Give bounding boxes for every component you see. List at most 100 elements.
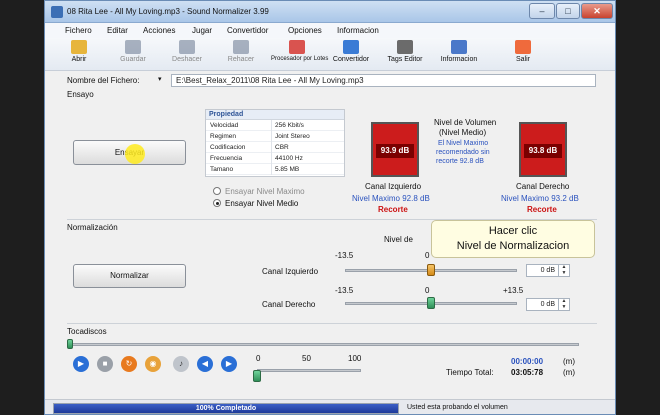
loop-icon[interactable]: ↻: [121, 356, 137, 372]
right-normalization-slider-thumb[interactable]: [427, 297, 435, 309]
menu-opciones[interactable]: Opciones: [288, 26, 322, 35]
app-window: 08 Rita Lee - All My Loving.mp3 - Sound …: [44, 0, 616, 415]
toolbar: Abrir Guardar Deshacer Rehacer Procesador po…: [45, 38, 615, 71]
left-db-spinner[interactable]: 0 dB ▲ ▼: [526, 264, 570, 277]
play-icon[interactable]: ▶: [73, 356, 89, 372]
normalization-left-label: Canal Izquierdo: [262, 267, 319, 276]
spinner-arrows-icon[interactable]: ▲ ▼: [558, 298, 569, 310]
toolbar-button-0[interactable]: Abrir: [53, 40, 105, 70]
left-normalization-slider-thumb[interactable]: [427, 264, 435, 276]
tooltip: Hacer clic Nivel de Normalizacion: [431, 220, 595, 258]
right-db-spinner[interactable]: 0 dB ▲ ▼: [526, 298, 570, 311]
volume-title-2: (Nivel Medio): [439, 128, 487, 137]
total-time: 03:05:78: [511, 368, 544, 377]
title-bar[interactable]: 08 Rita Lee - All My Loving.mp3 - Sound …: [45, 1, 615, 23]
speaker-icon[interactable]: ♪: [173, 356, 189, 372]
right-clip-label: Recorte: [527, 205, 557, 214]
left-slider-min: -13.5: [335, 251, 354, 260]
toolbar-button-3[interactable]: Rehacer: [215, 40, 267, 70]
file-dropdown-icon[interactable]: ▾: [158, 75, 162, 83]
volume-tick-0: 0: [256, 354, 261, 363]
tooltip-line-1: Hacer clic: [488, 225, 538, 237]
toolbar-button-2[interactable]: Deshacer: [161, 40, 213, 70]
status-message: Usted esta probando el volumen: [407, 404, 508, 411]
left-slider-mid: 0: [425, 251, 430, 260]
table-row: Tamano 5.85 MB: [206, 164, 344, 175]
toolbar-button-label: Tags Editor: [387, 56, 423, 63]
progress-text: 100% Completado: [195, 405, 257, 412]
volume-tick-50: 50: [302, 354, 311, 363]
window-title: 08 Rita Lee - All My Loving.mp3 - Sound …: [67, 7, 269, 16]
left-db-value: 0 dB: [540, 267, 555, 274]
toolbar-button-4[interactable]: Procesador por Lotes: [271, 40, 329, 70]
stop-icon[interactable]: ■: [97, 356, 113, 372]
toolbar-button-5[interactable]: Convertidor: [325, 40, 377, 70]
menu-editar[interactable]: Editar: [107, 26, 128, 35]
toolbar-button-label: Informacion: [440, 56, 478, 63]
menu-fichero[interactable]: Fichero: [65, 26, 92, 35]
tag-icon: [397, 40, 413, 54]
toolbar-button-1[interactable]: Guardar: [107, 40, 159, 70]
left-max-level: Nivel Maximo 92.8 dB: [352, 194, 430, 203]
seek-slider-track[interactable]: [71, 343, 579, 346]
batch-processor-icon: [289, 40, 305, 54]
toolbar-button-label: Procesador por Lotes: [271, 56, 329, 62]
normalization-right-label: Canal Derecho: [262, 300, 316, 309]
toolbar-button-label: Abrir: [71, 56, 87, 63]
toolbar-button-label: Rehacer: [227, 56, 255, 63]
toolbar-button-label: Convertidor: [332, 56, 370, 63]
converter-icon: [343, 40, 359, 54]
exit-icon: [515, 40, 531, 54]
test-section-label: Ensayo: [67, 90, 94, 99]
forward-icon[interactable]: ▶: [221, 356, 237, 372]
toolbar-button-7[interactable]: Informacion: [433, 40, 485, 70]
background-left: [0, 0, 44, 415]
left-level-value: 93.9 dB: [376, 144, 414, 158]
info-icon: [451, 40, 467, 54]
current-time-unit: (m): [563, 357, 575, 366]
right-level-value: 93.8 dB: [524, 144, 562, 158]
properties-table: Propiedad Velocidad 256 Kbit/s Regimen Joi…: [205, 109, 345, 177]
player-volume-slider-thumb[interactable]: [253, 370, 261, 382]
toolbar-button-label: Deshacer: [172, 56, 202, 63]
right-slider-max: +13.5: [503, 286, 524, 295]
recommend-line-3: recorte 92.8 dB: [436, 158, 484, 165]
folder-open-icon: [71, 40, 87, 54]
normalize-button[interactable]: Normalizar: [73, 264, 186, 288]
record-icon[interactable]: ◉: [145, 356, 161, 372]
table-row: Codificacion CBR: [206, 142, 344, 153]
toolbar-button-label: Salir: [515, 56, 530, 63]
right-slider-min: -13.5: [335, 286, 354, 295]
menu-acciones[interactable]: Acciones: [143, 26, 175, 35]
recommend-line-1: El Nivel Maximo: [438, 140, 489, 147]
menu-jugar[interactable]: Jugar: [192, 26, 212, 35]
radio-test-avg[interactable]: [213, 199, 221, 207]
left-clip-label: Recorte: [378, 205, 408, 214]
toolbar-button-6[interactable]: Tags Editor: [379, 40, 431, 70]
left-channel-label: Canal Izquierdo: [365, 182, 422, 191]
app-icon: [51, 6, 63, 18]
background-right: [616, 0, 660, 415]
seek-slider-thumb[interactable]: [67, 339, 73, 349]
radio-test-max-label: Ensayar Nivel Maximo: [225, 187, 305, 196]
toolbar-button-8[interactable]: Salir: [497, 40, 549, 70]
volume-title-1: Nivel de Volumen: [434, 118, 497, 127]
spinner-arrows-icon[interactable]: ▲ ▼: [558, 264, 569, 276]
right-level-meter: 93.8 dB: [519, 122, 567, 177]
player-volume-slider-track[interactable]: [257, 369, 361, 372]
divider: [67, 323, 597, 324]
table-row: Regimen Joint Stereo: [206, 131, 344, 142]
rewind-icon[interactable]: ◀: [197, 356, 213, 372]
save-disk-icon: [125, 40, 141, 54]
maximize-button[interactable]: □: [556, 3, 580, 19]
radio-test-avg-label: Ensayar Nivel Medio: [225, 199, 299, 208]
menu-convertidor[interactable]: Convertidor: [227, 26, 268, 35]
file-path-field[interactable]: E:\Best_Relax_2011\08 Rita Lee - All My …: [171, 74, 596, 87]
table-row: Velocidad 256 Kbit/s: [206, 120, 344, 131]
radio-test-max[interactable]: [213, 187, 221, 195]
close-button[interactable]: ✕: [581, 3, 613, 19]
right-channel-label: Canal Derecho: [516, 182, 570, 191]
minimize-button[interactable]: –: [529, 3, 555, 19]
table-row: Frecuencia 44100 Hz: [206, 153, 344, 164]
menu-informacion[interactable]: Informacion: [337, 26, 379, 35]
